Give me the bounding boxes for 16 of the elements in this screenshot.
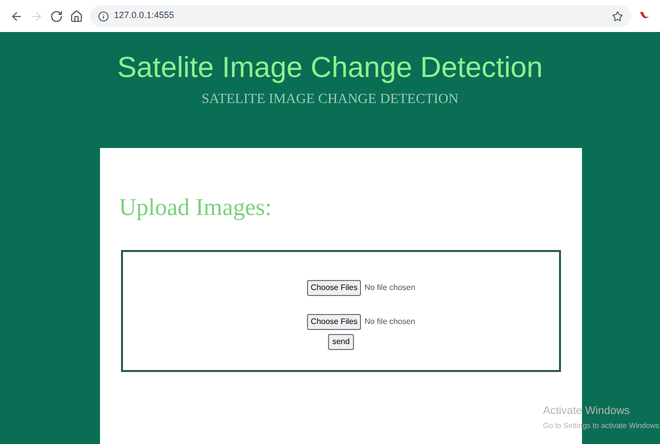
star-icon[interactable] [612, 10, 623, 22]
home-icon[interactable] [70, 10, 83, 22]
page-subtitle: SATELITE IMAGE CHANGE DETECTION [201, 91, 459, 109]
upload-heading: Upload Images: [119, 194, 273, 223]
page-title: Satelite Image Change Detection [117, 51, 543, 86]
info-icon[interactable] [98, 10, 109, 22]
file-status: No file chosen [364, 316, 416, 328]
address-bar[interactable]: 127.0.0.1:4555 [90, 5, 631, 27]
send-button[interactable]: send [328, 334, 354, 350]
reload-icon[interactable] [50, 10, 63, 22]
url-text: 127.0.0.1:4555 [114, 9, 174, 22]
file-status: No file chosen [364, 282, 416, 294]
choose-files-button[interactable]: Choose Files [306, 280, 362, 296]
choose-files-button[interactable]: Choose Files [306, 314, 362, 330]
back-icon[interactable] [10, 10, 23, 22]
activation-title: Activate Windows [543, 404, 631, 419]
